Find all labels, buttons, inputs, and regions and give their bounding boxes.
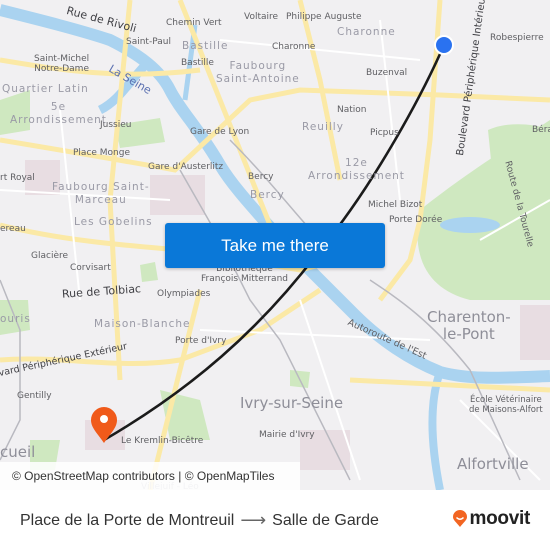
label-bercy-district: Bercy [250, 189, 285, 201]
label-5e-arrondissement: 5e Arrondissement [10, 101, 107, 126]
label-saint-michel: Saint-Michel Notre-Dame [34, 54, 90, 74]
origin-marker-icon[interactable] [434, 35, 454, 55]
label-michel-bizot: Michel Bizot [368, 200, 423, 210]
label-ivry-sur-seine: Ivry-sur-Seine [240, 394, 344, 412]
label-porte-divry: Porte d'Ivry [175, 336, 227, 346]
label-robespierre: Robespierre [490, 33, 544, 43]
label-philippe-auguste: Philippe Auguste [286, 12, 362, 22]
label-12e-arrondissement: 12e Arrondissement [308, 157, 405, 182]
label-alfortville: Alfortville [457, 455, 529, 473]
footer: Place de la Porte de Montreuil ⟶ Salle d… [0, 490, 550, 550]
map[interactable]: Rue de Rivoli Chemin Vert Voltaire Phili… [0, 0, 550, 490]
river-marne [428, 370, 444, 490]
label-bastille: Bastille [181, 58, 214, 68]
label-picpus: Picpus [370, 128, 399, 138]
destination-name: Salle de Garde [272, 511, 379, 529]
label-port-royal: rt Royal [0, 173, 35, 183]
label-chemin-vert: Chemin Vert [166, 18, 222, 28]
label-charonne-district: Charonne [337, 26, 396, 38]
label-porte-doree: Porte Dorée [389, 215, 443, 225]
route-summary: Place de la Porte de Montreuil ⟶ Salle d… [20, 510, 379, 531]
label-bastille-district: Bastille [182, 40, 229, 52]
label-voltaire: Voltaire [244, 12, 279, 22]
label-bera: Béra [532, 125, 550, 135]
label-faubourg-saint-marceau: Faubourg Saint- Marceau [52, 181, 150, 206]
label-quartier-latin: Quartier Latin [2, 83, 89, 95]
block [520, 305, 550, 360]
label-reuilly: Reuilly [302, 121, 344, 133]
moovit-pin-icon [452, 510, 467, 527]
label-bercy: Bercy [248, 172, 274, 182]
lake [440, 217, 500, 233]
street [219, 39, 421, 61]
label-jussieu: Jussieu [100, 120, 132, 130]
moovit-wordmark: moovit [469, 508, 531, 529]
arrow-right-icon: ⟶ [240, 510, 267, 530]
map-attribution[interactable]: © OpenStreetMap contributors | © OpenMap… [0, 462, 300, 490]
label-place-monge: Place Monge [73, 148, 131, 158]
label-le-kremlin-bicetre: Le Kremlin-Bicêtre [121, 436, 204, 446]
road [0, 57, 201, 77]
origin-name: Place de la Porte de Montreuil [20, 511, 235, 529]
label-charenton-le-pont: Charenton- le-Pont [427, 308, 511, 343]
block [150, 175, 205, 215]
label-ouris: ouris [0, 313, 31, 325]
label-buzenval: Buzenval [366, 68, 408, 78]
label-glaciere: Glacière [31, 251, 69, 261]
label-arcueil: cueil [0, 443, 36, 461]
label-faubourg-saint-antoine: Faubourg Saint-Antoine [216, 60, 300, 85]
moovit-logo[interactable]: moovit [452, 508, 530, 530]
label-nation: Nation [337, 105, 367, 115]
label-gare-austerlitz: Gare d'Austerlitz [148, 162, 224, 172]
label-charonne: Charonne [272, 42, 316, 52]
label-mairie-divry: Mairie d'Ivry [259, 430, 315, 440]
label-ecole-veterinaire: École Vétérinaire de Maisons-Alfort [469, 395, 543, 415]
label-gentilly: Gentilly [17, 391, 52, 401]
take-me-there-button[interactable]: Take me there [165, 223, 385, 268]
label-olympiades: Olympiades [157, 289, 211, 299]
label-maison-blanche: Maison-Blanche [94, 318, 191, 330]
park-small-2 [140, 262, 158, 282]
label-corvisart: Corvisart [70, 263, 111, 273]
label-les-gobelins: Les Gobelins [74, 216, 153, 228]
label-saint-paul: Saint-Paul [126, 37, 171, 47]
label-ereau: ereau [0, 224, 26, 234]
label-gare-de-lyon: Gare de Lyon [190, 127, 250, 137]
